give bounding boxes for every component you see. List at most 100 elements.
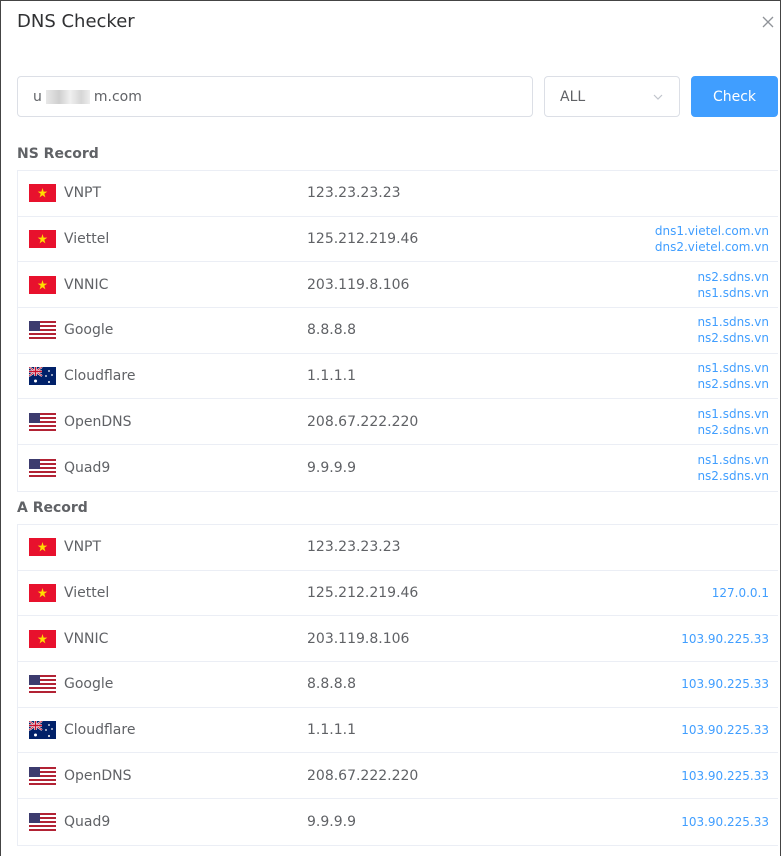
provider-name: Quad9 [64, 459, 111, 476]
ns-record-title: NS Record [17, 146, 99, 162]
table-row: VNNIC 203.119.8.106 103.90.225.33 [18, 616, 778, 663]
record-result-link[interactable]: ns2.sdns.vn [697, 376, 769, 392]
vietnam-flag-icon [29, 230, 56, 249]
resolver-ip: 8.8.8.8 [307, 322, 356, 339]
record-results: ns1.sdns.vn ns2.sdns.vn [697, 360, 769, 392]
redacted-blur [45, 89, 90, 104]
record-result-link[interactable]: 103.90.225.33 [681, 676, 769, 692]
table-row: Cloudflare 1.1.1.1 ns1.sdns.vn ns2.sdns.vn [18, 354, 778, 400]
provider-name: VNNIC [64, 276, 109, 293]
record-result-link[interactable]: ns1.sdns.vn [697, 285, 769, 301]
record-result-link[interactable]: 103.90.225.33 [681, 631, 769, 647]
record-type-value: ALL [560, 88, 586, 105]
table-row: OpenDNS 208.67.222.220 103.90.225.33 [18, 753, 778, 800]
provider-name: Cloudflare [64, 722, 136, 739]
resolver-ip: 1.1.1.1 [307, 722, 356, 739]
australia-flag-icon [29, 721, 56, 740]
resolver-ip: 125.212.219.46 [307, 231, 419, 248]
resolver-ip: 203.119.8.106 [307, 276, 410, 293]
resolver-ip: 9.9.9.9 [307, 813, 356, 830]
provider-name: VNPT [64, 539, 102, 556]
record-result-link[interactable]: ns2.sdns.vn [697, 269, 769, 285]
table-row: OpenDNS 208.67.222.220 ns1.sdns.vn ns2.sdns… [18, 399, 778, 446]
record-result-link[interactable]: dns2.vietel.com.vn [655, 239, 769, 255]
table-row: VNPT 123.23.23.23 [18, 171, 778, 217]
resolver-ip: 123.23.23.23 [307, 539, 401, 556]
record-type-select[interactable]: ALL [544, 76, 680, 117]
check-button[interactable]: Check [691, 76, 778, 117]
record-result-link[interactable]: ns1.sdns.vn [697, 360, 769, 376]
record-results: ns2.sdns.vn ns1.sdns.vn [697, 269, 769, 301]
resolver-ip: 203.119.8.106 [307, 630, 410, 647]
record-result-link[interactable]: 103.90.225.33 [681, 722, 769, 738]
provider-name: Viettel [64, 585, 110, 602]
provider-name: Google [64, 322, 114, 339]
resolver-ip: 1.1.1.1 [307, 368, 356, 385]
resolver-ip: 9.9.9.9 [307, 459, 356, 476]
table-row: Google 8.8.8.8 ns1.sdns.vn ns2.sdns.vn [18, 308, 778, 354]
ns-record-table: VNPT 123.23.23.23 Viettel 125.212.219.46 dns… [17, 170, 778, 492]
table-row: Quad9 9.9.9.9 103.90.225.33 [18, 799, 778, 845]
record-results: dns1.vietel.com.vn dns2.vietel.com.vn [655, 223, 769, 255]
record-results: 103.90.225.33 [681, 768, 769, 784]
domain-input-suffix: m.com [93, 88, 142, 105]
usa-flag-icon [29, 458, 56, 477]
record-results: ns1.sdns.vn ns2.sdns.vn [697, 452, 769, 484]
usa-flag-icon [29, 321, 56, 340]
provider-name: Cloudflare [64, 368, 136, 385]
domain-input-prefix: u [33, 88, 42, 105]
table-row: Google 8.8.8.8 103.90.225.33 [18, 662, 778, 708]
provider-name: Google [64, 676, 114, 693]
vietnam-flag-icon [29, 629, 56, 648]
usa-flag-icon [29, 812, 56, 831]
record-results: 127.0.0.1 [712, 585, 769, 601]
record-results: ns1.sdns.vn ns2.sdns.vn [697, 314, 769, 346]
resolver-ip: 125.212.219.46 [307, 585, 419, 602]
table-row: VNNIC 203.119.8.106 ns2.sdns.vn ns1.sdns.vn [18, 262, 778, 309]
record-results: 103.90.225.33 [681, 631, 769, 647]
record-results: ns1.sdns.vn ns2.sdns.vn [697, 406, 769, 438]
record-results: 103.90.225.33 [681, 722, 769, 738]
record-results: 103.90.225.33 [681, 676, 769, 692]
provider-name: OpenDNS [64, 413, 132, 430]
record-result-link[interactable]: ns1.sdns.vn [697, 406, 769, 422]
resolver-ip: 8.8.8.8 [307, 676, 356, 693]
resolver-ip: 208.67.222.220 [307, 767, 419, 784]
record-result-link[interactable]: ns2.sdns.vn [697, 330, 769, 346]
provider-name: VNNIC [64, 630, 109, 647]
provider-name: OpenDNS [64, 767, 132, 784]
record-result-link[interactable]: ns1.sdns.vn [697, 314, 769, 330]
provider-name: VNPT [64, 185, 102, 202]
table-row: Cloudflare 1.1.1.1 103.90.225.33 [18, 708, 778, 754]
record-result-link[interactable]: dns1.vietel.com.vn [655, 223, 769, 239]
record-result-link[interactable]: 103.90.225.33 [681, 768, 769, 784]
provider-name: Quad9 [64, 813, 111, 830]
dns-checker-dialog: DNS Checker u m.com ALL Check NS Record … [0, 0, 781, 856]
table-row: VNPT 123.23.23.23 [18, 525, 778, 571]
vietnam-flag-icon [29, 275, 56, 294]
table-row: Quad9 9.9.9.9 ns1.sdns.vn ns2.sdns.vn [18, 445, 778, 491]
record-result-link[interactable]: ns2.sdns.vn [697, 422, 769, 438]
a-record-title: A Record [17, 500, 88, 516]
record-result-link[interactable]: 127.0.0.1 [712, 585, 769, 601]
domain-input[interactable]: u m.com [17, 76, 533, 117]
table-row: Viettel 125.212.219.46 dns1.vietel.com.vn d… [18, 217, 778, 263]
chevron-down-icon [652, 91, 664, 103]
table-row: Viettel 125.212.219.46 127.0.0.1 [18, 571, 778, 617]
record-results: 103.90.225.33 [681, 814, 769, 830]
usa-flag-icon [29, 675, 56, 694]
usa-flag-icon [29, 412, 56, 431]
record-result-link[interactable]: ns2.sdns.vn [697, 468, 769, 484]
resolver-ip: 123.23.23.23 [307, 185, 401, 202]
close-icon[interactable] [761, 14, 777, 30]
record-result-link[interactable]: ns1.sdns.vn [697, 452, 769, 468]
australia-flag-icon [29, 367, 56, 386]
usa-flag-icon [29, 766, 56, 785]
a-record-table: VNPT 123.23.23.23 Viettel 125.212.219.46 127… [17, 524, 778, 846]
vietnam-flag-icon [29, 538, 56, 557]
dialog-title: DNS Checker [17, 11, 135, 32]
provider-name: Viettel [64, 231, 110, 248]
record-result-link[interactable]: 103.90.225.33 [681, 814, 769, 830]
vietnam-flag-icon [29, 584, 56, 603]
vietnam-flag-icon [29, 184, 56, 203]
